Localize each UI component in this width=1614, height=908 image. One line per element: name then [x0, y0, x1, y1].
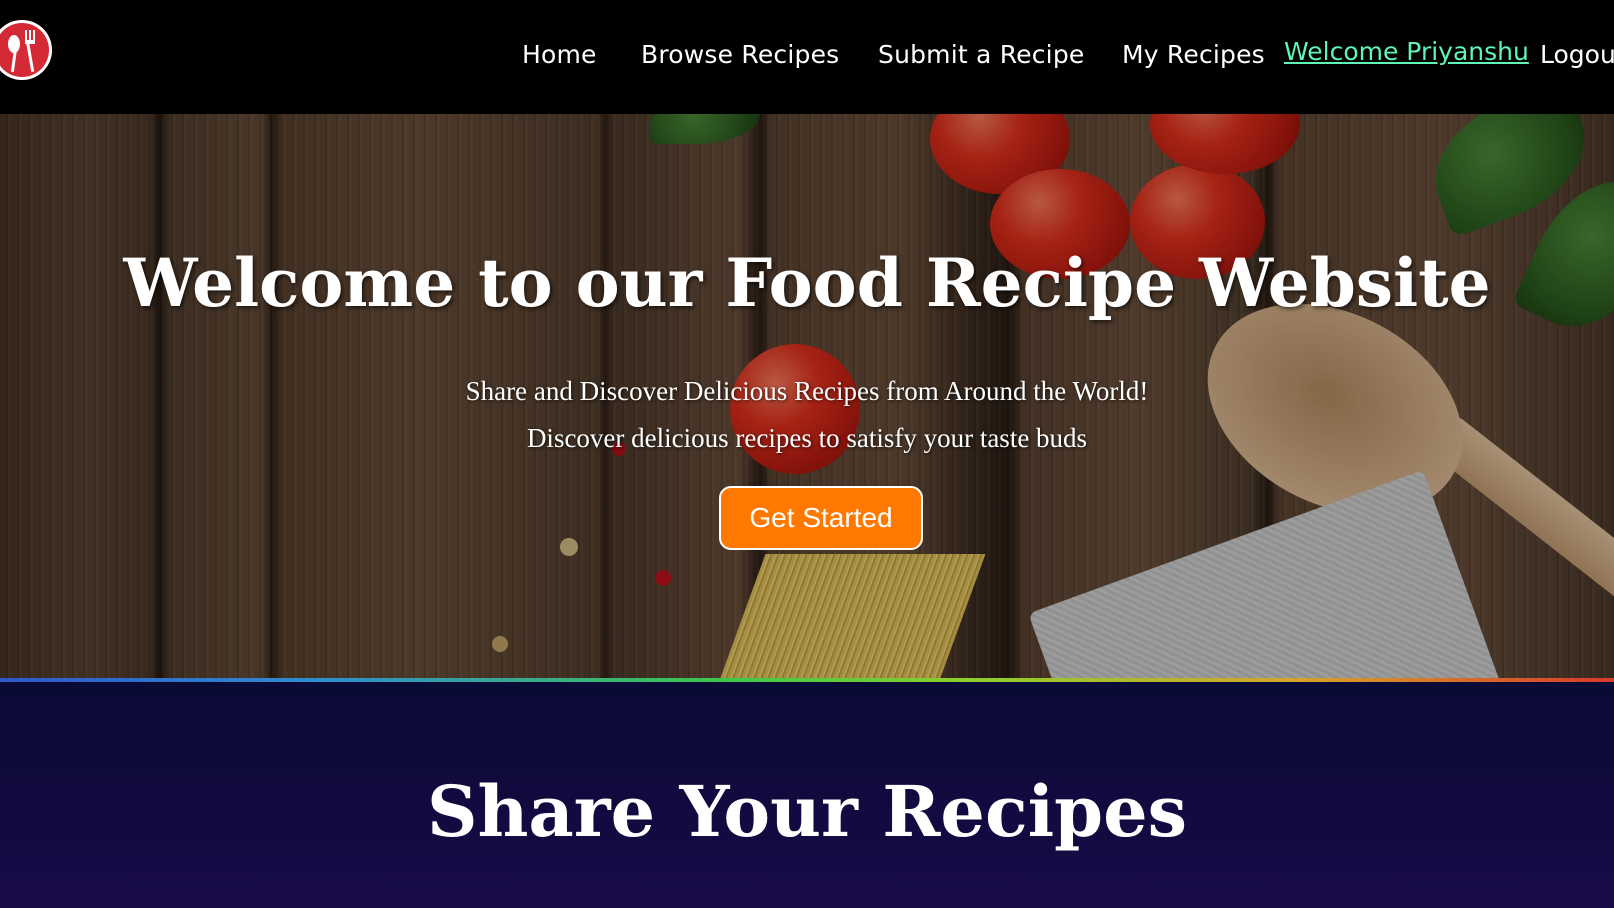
- share-recipes-section: Share Your Recipes: [0, 682, 1614, 908]
- welcome-user-link[interactable]: Welcome Priyanshu: [1284, 37, 1529, 66]
- navbar: Home Browse Recipes Submit a Recipe My R…: [0, 0, 1614, 114]
- nav-my-recipes-link[interactable]: My Recipes: [1122, 40, 1265, 69]
- section-title: Share Your Recipes: [426, 770, 1188, 853]
- fork-spoon-logo-icon[interactable]: [0, 20, 52, 80]
- hero-subtitle: Share and Discover Delicious Recipes fro…: [465, 376, 1149, 406]
- nav-submit-recipe-link[interactable]: Submit a Recipe: [878, 40, 1084, 69]
- logout-link[interactable]: Logout: [1540, 40, 1614, 69]
- nav-home-link[interactable]: Home: [522, 40, 597, 69]
- hero-section: Welcome to our Food Recipe Website Share…: [0, 114, 1614, 678]
- nav-browse-recipes-link[interactable]: Browse Recipes: [641, 40, 839, 69]
- hero-tagline: Discover delicious recipes to satisfy yo…: [526, 423, 1088, 453]
- get-started-button[interactable]: Get Started: [719, 486, 923, 550]
- hero-title: Welcome to our Food Recipe Website: [123, 244, 1491, 322]
